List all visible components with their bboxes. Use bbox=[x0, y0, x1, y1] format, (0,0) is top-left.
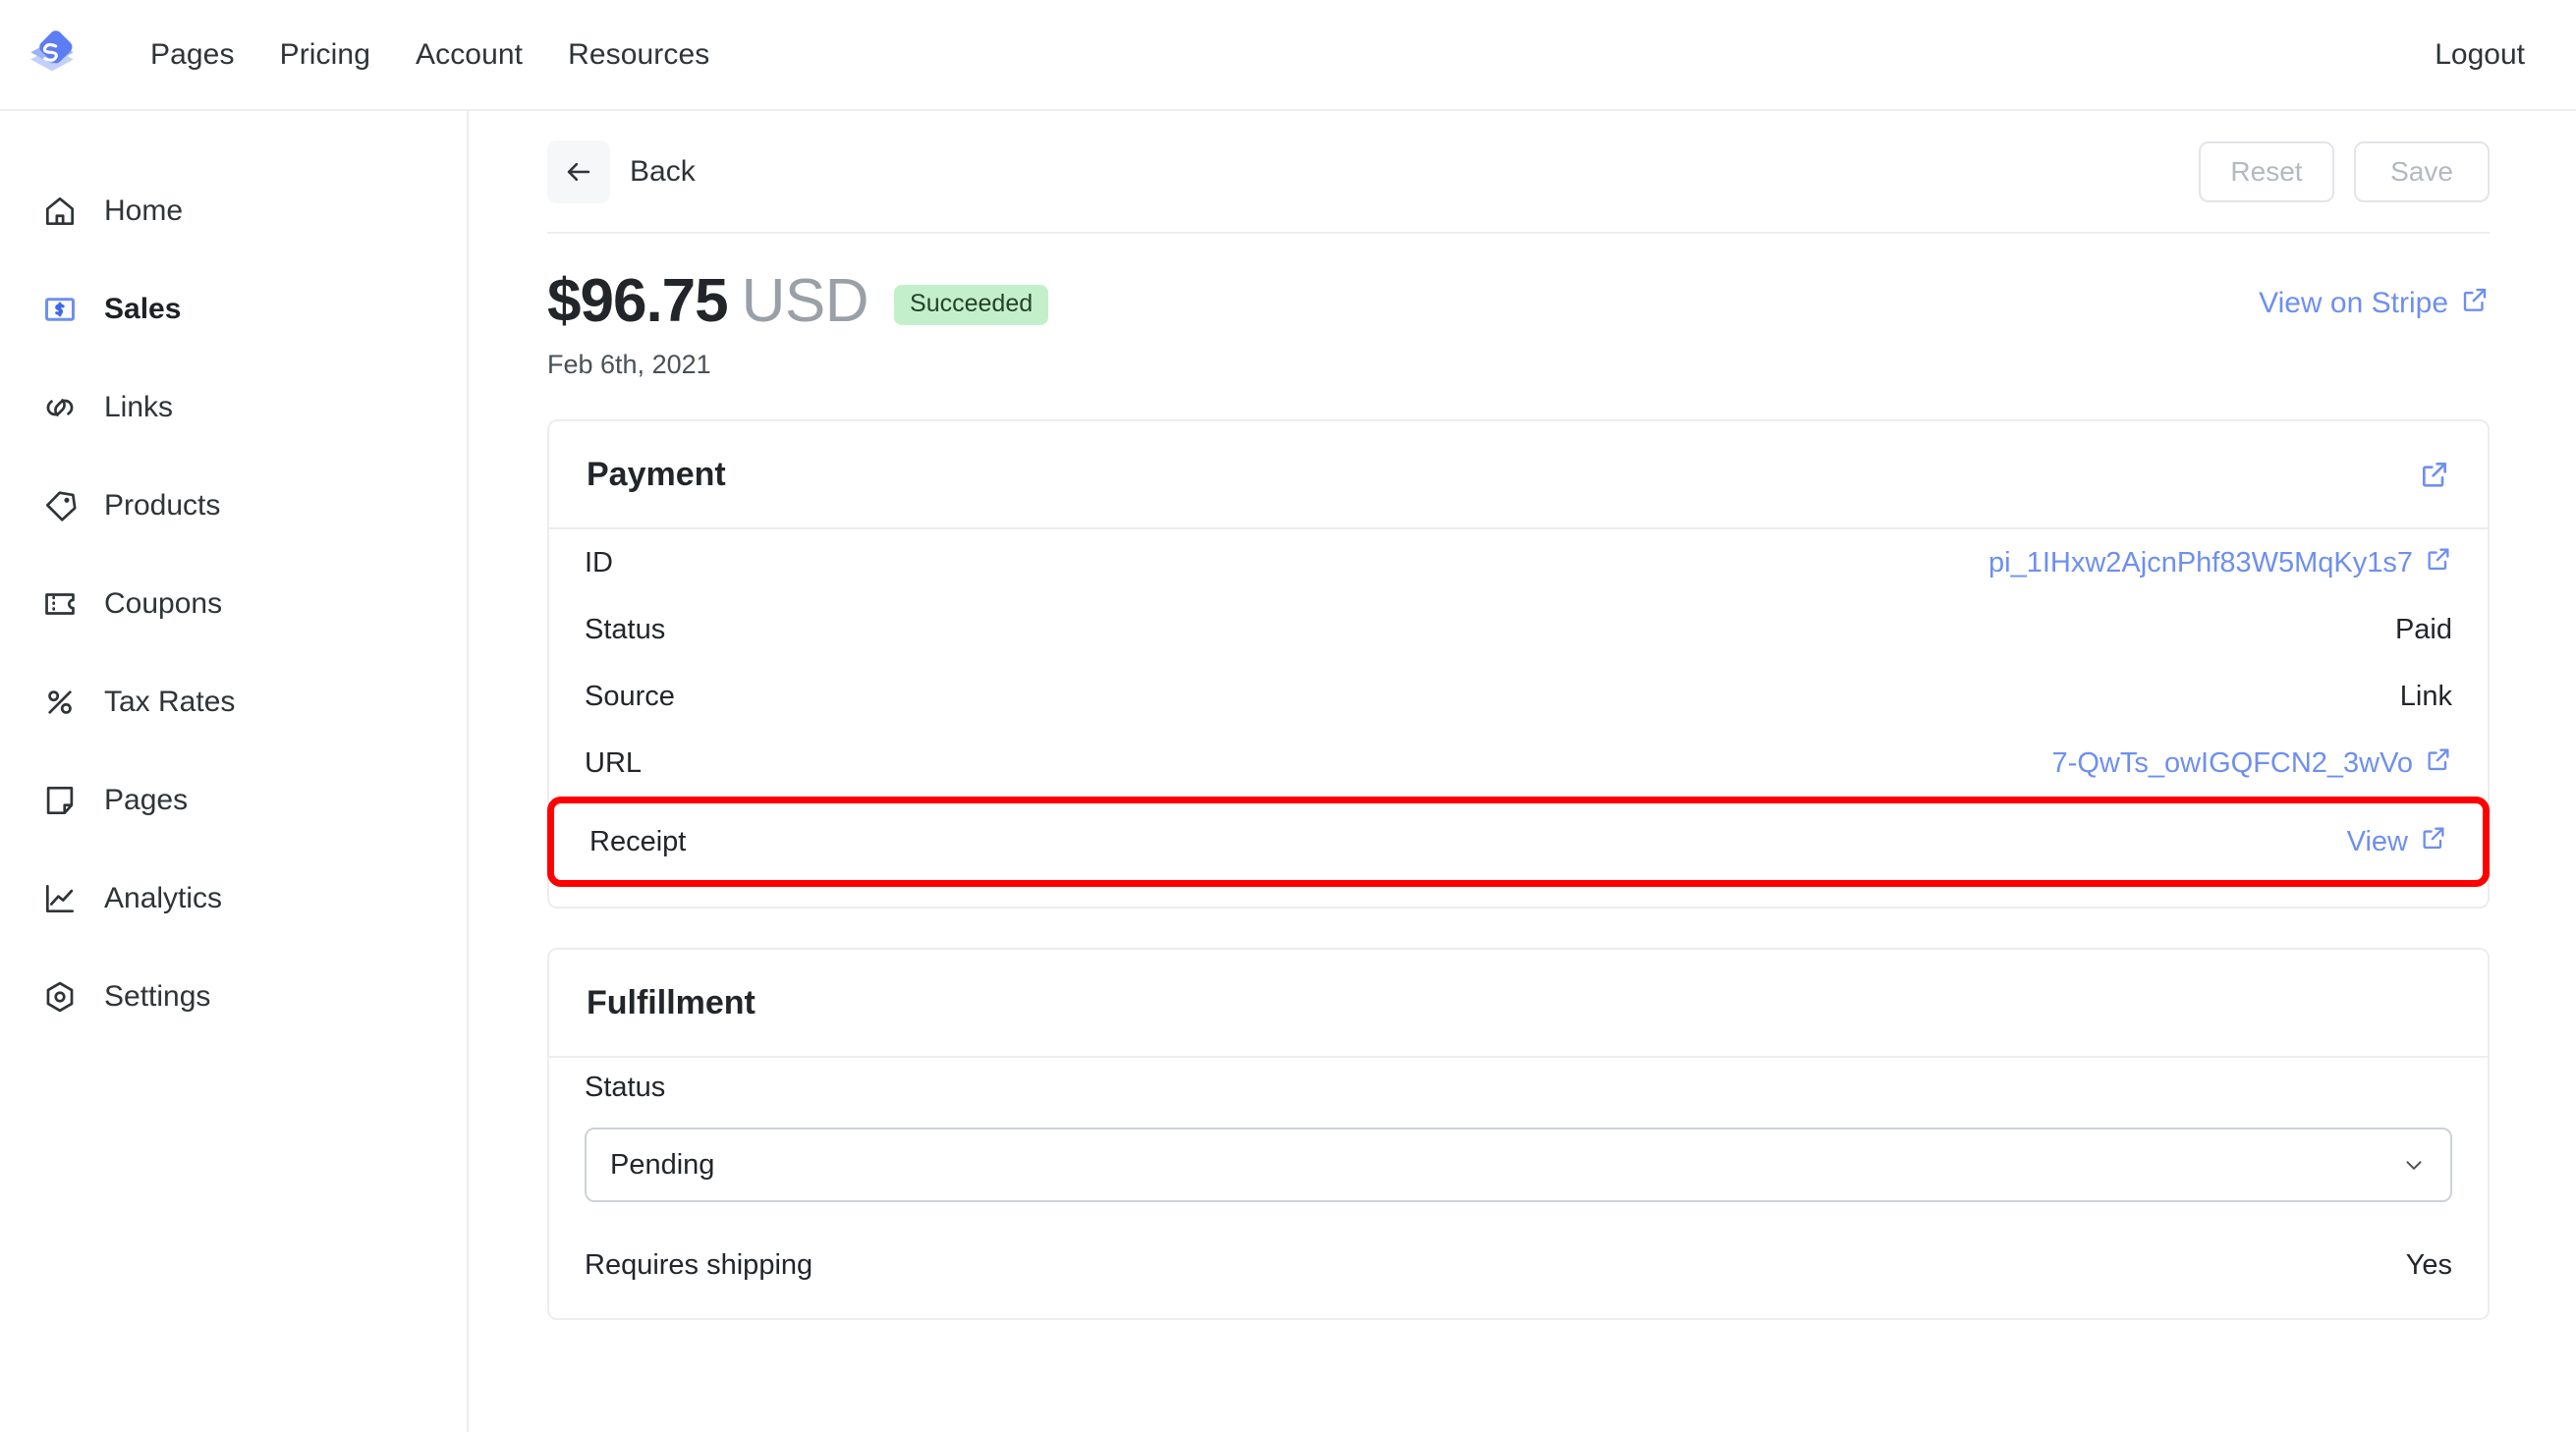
fulfillment-status-field: Status Pending bbox=[549, 1072, 2488, 1232]
logout-link[interactable]: Logout bbox=[2435, 38, 2525, 72]
row-label: Status bbox=[585, 614, 665, 646]
percent-icon bbox=[39, 682, 81, 723]
row-label: ID bbox=[585, 547, 613, 579]
fulfillment-card: Fulfillment Status Pending Requires ship… bbox=[547, 948, 2490, 1320]
row-label: Requires shipping bbox=[585, 1249, 812, 1282]
home-icon bbox=[39, 191, 81, 232]
nav-link-account[interactable]: Account bbox=[393, 38, 545, 72]
sidebar-item-settings[interactable]: Settings bbox=[0, 948, 467, 1046]
payment-id-link[interactable]: pi_1IHxw2AjcnPhf83W5MqKy1s7 bbox=[1988, 545, 2452, 580]
payment-card: Payment ID pi_1IHxw2AjcnPhf83W5MqKy1s7 bbox=[547, 419, 2490, 909]
top-navigation-bar: Pages Pricing Account Resources Logout bbox=[0, 0, 2576, 111]
table-row: Status Paid bbox=[549, 596, 2488, 663]
sidebar-item-label: Coupons bbox=[104, 587, 222, 621]
reset-button[interactable]: Reset bbox=[2199, 141, 2334, 202]
app-logo[interactable] bbox=[22, 25, 83, 85]
amount-block: $96.75 USD Succeeded Feb 6th, 2021 bbox=[547, 271, 1048, 380]
sidebar-item-label: Settings bbox=[104, 980, 210, 1014]
save-button[interactable]: Save bbox=[2354, 141, 2490, 202]
page-body: Home Sales Links bbox=[0, 111, 2576, 1432]
gear-hex-icon bbox=[39, 976, 81, 1018]
dollar-box-icon bbox=[39, 289, 81, 330]
fulfillment-status-value: Pending bbox=[610, 1149, 714, 1182]
order-summary: $96.75 USD Succeeded Feb 6th, 2021 View … bbox=[547, 234, 2490, 380]
back-button[interactable]: Back bbox=[547, 140, 696, 203]
payment-card-title: Payment bbox=[587, 456, 726, 494]
sidebar-item-sales[interactable]: Sales bbox=[0, 260, 467, 358]
sidebar-item-label: Sales bbox=[104, 293, 181, 326]
row-value: 7-QwTs_owIGQFCN2_3wVo bbox=[2052, 747, 2413, 780]
table-row: ID pi_1IHxw2AjcnPhf83W5MqKy1s7 bbox=[549, 529, 2488, 596]
row-value: View bbox=[2347, 826, 2408, 858]
table-row: Source Link bbox=[549, 663, 2488, 730]
sidebar-item-label: Analytics bbox=[104, 882, 222, 915]
card-spacer bbox=[549, 887, 2488, 907]
order-amount: $96.75 bbox=[547, 271, 728, 332]
receipt-view-link[interactable]: View bbox=[2347, 824, 2447, 859]
sidebar-item-label: Products bbox=[104, 489, 220, 523]
status-badge: Succeeded bbox=[894, 285, 1048, 325]
row-label: Source bbox=[585, 681, 675, 713]
sidebar-item-links[interactable]: Links bbox=[0, 358, 467, 457]
view-on-stripe-label: View on Stripe bbox=[2259, 287, 2448, 320]
view-on-stripe-link[interactable]: View on Stripe bbox=[2259, 271, 2490, 322]
fulfillment-card-header: Fulfillment bbox=[549, 950, 2488, 1058]
external-link-icon bbox=[2425, 545, 2452, 580]
row-value: pi_1IHxw2AjcnPhf83W5MqKy1s7 bbox=[1988, 547, 2413, 579]
sidebar-item-coupons[interactable]: Coupons bbox=[0, 555, 467, 653]
arrow-left-icon bbox=[547, 140, 610, 203]
sidebar-item-pages[interactable]: Pages bbox=[0, 751, 467, 850]
payment-card-header: Payment bbox=[549, 421, 2488, 529]
page-icon bbox=[39, 780, 81, 821]
payment-url-link[interactable]: 7-QwTs_owIGQFCN2_3wVo bbox=[2052, 745, 2452, 781]
row-label: Receipt bbox=[589, 826, 686, 858]
amount-line: $96.75 USD Succeeded bbox=[547, 271, 1048, 332]
sidebar-item-label: Links bbox=[104, 391, 173, 424]
sidebar-item-label: Home bbox=[104, 194, 183, 228]
chevron-down-icon bbox=[2401, 1152, 2427, 1178]
header-actions: Reset Save bbox=[2199, 141, 2490, 202]
back-button-label: Back bbox=[630, 155, 696, 189]
table-row: URL 7-QwTs_owIGQFCN2_3wVo bbox=[549, 730, 2488, 797]
receipt-row: Receipt View bbox=[547, 797, 2490, 887]
nav-link-pricing[interactable]: Pricing bbox=[257, 38, 393, 72]
fulfillment-status-select[interactable]: Pending bbox=[585, 1128, 2452, 1202]
sidebar-item-label: Pages bbox=[104, 784, 188, 817]
external-link-icon bbox=[2420, 824, 2447, 859]
ticket-icon bbox=[39, 583, 81, 625]
sidebar-item-products[interactable]: Products bbox=[0, 457, 467, 555]
external-link-icon[interactable] bbox=[2419, 459, 2450, 490]
external-link-icon bbox=[2460, 285, 2490, 322]
sidebar-item-label: Tax Rates bbox=[104, 686, 235, 719]
order-date: Feb 6th, 2021 bbox=[547, 350, 1048, 380]
chart-line-icon bbox=[39, 878, 81, 919]
link-icon bbox=[39, 387, 81, 428]
sidebar-item-tax-rates[interactable]: Tax Rates bbox=[0, 653, 467, 751]
tag-icon bbox=[39, 485, 81, 526]
stack-logo-icon bbox=[24, 27, 81, 83]
external-link-icon bbox=[2425, 745, 2452, 781]
requires-shipping-row: Requires shipping Yes bbox=[549, 1232, 2488, 1298]
fulfillment-card-title: Fulfillment bbox=[587, 984, 756, 1022]
fulfillment-status-label: Status bbox=[585, 1072, 2452, 1104]
row-value: Yes bbox=[2406, 1249, 2452, 1282]
sidebar: Home Sales Links bbox=[0, 111, 469, 1432]
nav-link-resources[interactable]: Resources bbox=[545, 38, 732, 72]
sidebar-item-analytics[interactable]: Analytics bbox=[0, 850, 467, 948]
row-value: Paid bbox=[2395, 614, 2452, 646]
top-nav-links: Pages Pricing Account Resources bbox=[128, 38, 732, 72]
order-currency: USD bbox=[742, 271, 868, 332]
sidebar-item-home[interactable]: Home bbox=[0, 162, 467, 260]
content-header: Back Reset Save bbox=[547, 111, 2490, 234]
nav-link-pages[interactable]: Pages bbox=[128, 38, 257, 72]
row-label: URL bbox=[585, 747, 642, 780]
main-content: Back Reset Save $96.75 USD Succeeded Feb… bbox=[469, 111, 2576, 1432]
row-value: Link bbox=[2400, 681, 2452, 713]
card-spacer bbox=[549, 1298, 2488, 1318]
